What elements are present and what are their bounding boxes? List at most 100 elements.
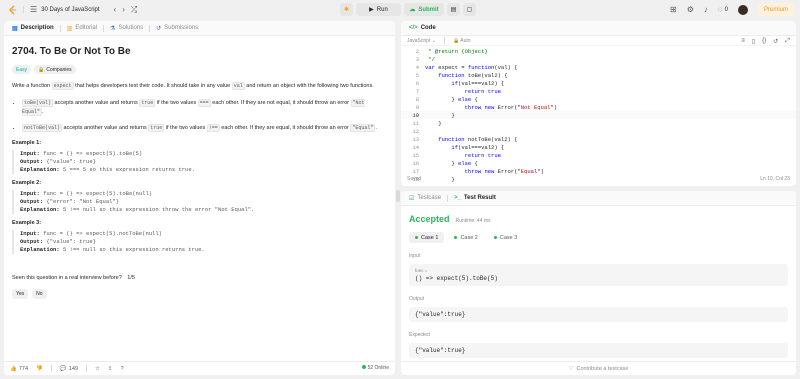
tab-case-1[interactable]: Case 1 <box>409 232 445 243</box>
code-text: } else { <box>425 95 478 103</box>
divider <box>23 6 24 13</box>
code-line[interactable]: 14 if(val===val2) { <box>401 143 796 151</box>
tab-case-3[interactable]: Case 3 <box>488 232 523 243</box>
function-list: toBe(val) accepts another value and retu… <box>22 99 387 133</box>
inline-code: true <box>148 124 165 132</box>
tab-test-result-label: Test Result <box>463 195 496 201</box>
tab-test-result[interactable]: >_ Test Result <box>450 191 500 206</box>
tab-code[interactable]: </> Code <box>405 21 440 36</box>
whiteboard-button[interactable]: ▢ <box>463 3 476 16</box>
debug-button[interactable]: ✱ <box>340 3 353 16</box>
code-line[interactable]: 18 } <box>401 175 796 183</box>
run-label: Run <box>376 6 388 13</box>
premium-button[interactable]: Premium <box>757 3 794 16</box>
divider <box>50 365 52 372</box>
tab-testcase[interactable]: ☑ Testcase <box>405 191 445 206</box>
tab-description[interactable]: ▤ Description <box>8 21 58 36</box>
result-panel: ☑ Testcase >_ Test Result Accepted Runti… <box>401 191 796 375</box>
page-title: 2704. To Be Or Not To Be <box>12 46 131 57</box>
companies-label: Companies <box>46 66 72 73</box>
avatar[interactable] <box>737 4 748 15</box>
code-line[interactable]: 7 return true <box>401 87 796 95</box>
bookmark-icon[interactable]: ▯ <box>752 38 755 45</box>
tab-submissions[interactable]: ↺ Submissions <box>152 21 202 36</box>
braces-icon[interactable]: {} <box>762 38 766 45</box>
editor-tools: ≡ ▯ {} ↺ ⤢ <box>741 38 790 45</box>
code-line[interactable]: 15 return true <box>401 151 796 159</box>
code-line[interactable]: 13 function notToBe(val2) { <box>401 135 796 143</box>
problem-intro: Write a function expect that helps devel… <box>12 82 387 91</box>
next-problem-icon[interactable]: › <box>122 5 125 14</box>
text: accepts another value and returns <box>62 125 149 131</box>
companies-tag[interactable]: 🔒 Companies <box>34 65 76 74</box>
code-line[interactable]: 4 var expect = function(val) { <box>401 63 796 71</box>
problem-list-button[interactable]: ☰ 30 Days of JavaScript <box>30 5 100 14</box>
lock-icon: 🔒 <box>38 66 45 73</box>
like-button[interactable]: 👍 774 <box>10 366 28 372</box>
panel-resize-handle[interactable] <box>396 190 400 202</box>
contribute-testcase-button[interactable]: ♡ Contribute a testcase <box>401 361 796 375</box>
leetcode-logo[interactable] <box>8 4 17 15</box>
run-button[interactable]: ▶ Run <box>356 3 401 16</box>
share-icon[interactable]: ⇪ <box>108 366 113 372</box>
layout-icon[interactable]: ⊞ <box>670 5 677 14</box>
help-icon[interactable]: ? <box>121 366 124 372</box>
comments-button[interactable]: 💬 149 <box>60 366 78 372</box>
yes-button[interactable]: Yes <box>12 289 29 299</box>
settings-icon[interactable]: ⚙ <box>687 5 694 14</box>
example-output: {"value": true} <box>46 238 96 245</box>
format-icon[interactable]: ≡ <box>741 38 745 45</box>
example-key: Output: <box>20 198 44 205</box>
code-icon: </> <box>409 25 418 31</box>
code-line[interactable]: 10 } <box>401 111 796 119</box>
text: and return an object with the following … <box>244 83 374 89</box>
fullscreen-icon[interactable]: ⤢ <box>785 38 790 45</box>
tab-case-2[interactable]: Case 2 <box>448 232 483 243</box>
language-select[interactable]: JavaScript ⌄ <box>407 38 436 44</box>
submit-button[interactable]: ☁ Submit <box>404 3 444 16</box>
code-text: var expect = function(val) { <box>425 63 518 71</box>
line-number: 3 <box>415 55 419 63</box>
reset-icon[interactable]: ↺ <box>773 38 778 45</box>
code-text: } <box>425 111 455 119</box>
dislike-button[interactable]: 👎 <box>36 366 43 372</box>
code-text: function toBe(val2) { <box>438 71 508 79</box>
shuffle-icon[interactable]: ⤮ <box>131 5 137 14</box>
code-line[interactable]: 5 function toBe(val2) { <box>401 71 796 79</box>
status-badge: Accepted <box>409 214 450 224</box>
code-line[interactable]: 9 throw new Error("Not Equal") <box>401 103 796 111</box>
notes-button[interactable]: ▤ <box>447 3 460 16</box>
inline-code: === <box>197 99 211 107</box>
code-line[interactable]: 6 if(val===val2) { <box>401 79 796 87</box>
code-line[interactable]: 16 } else { <box>401 159 796 167</box>
code-line[interactable]: 12 <box>401 127 796 135</box>
inline-code: "Equal" <box>350 124 376 132</box>
bell-icon[interactable]: ♪ <box>704 5 708 14</box>
code-line[interactable]: 17 throw new Error("Equal") <box>401 167 796 175</box>
code-line[interactable]: 2 * @return {Object} <box>401 47 796 55</box>
no-button[interactable]: No <box>32 289 47 299</box>
line-number: 14 <box>412 143 419 151</box>
code-line[interactable]: 8 } else { <box>401 95 796 103</box>
case-label: Case 3 <box>499 234 518 241</box>
output-value: {"value":true} <box>415 311 466 318</box>
example-title: Example 1: <box>12 140 42 146</box>
description-content: 2704. To Be Or Not To Be Easy 🔒 Companie… <box>4 36 395 305</box>
difficulty-badge[interactable]: Easy <box>12 65 32 74</box>
example-key: Explanation: <box>20 166 60 173</box>
history-icon: ↺ <box>156 25 162 32</box>
code-line[interactable]: 11 } <box>401 119 796 127</box>
tab-editorial[interactable]: ▥ Editorial <box>63 21 101 36</box>
line-number: 17 <box>412 167 419 175</box>
line-number: 6 <box>415 79 419 87</box>
favorite-icon[interactable]: ☆ <box>95 366 100 372</box>
code-text: */ <box>425 55 435 63</box>
prev-problem-icon[interactable]: ‹ <box>114 5 117 14</box>
tab-solutions[interactable]: ⚗ Solutions <box>106 21 147 36</box>
auto-toggle[interactable]: 🔒 Auto <box>453 38 471 44</box>
code-tabs: </> Code <box>401 21 796 36</box>
streak-counter[interactable]: ◌ 0 <box>718 5 728 14</box>
code-editor[interactable]: 2 * @return {Object} 3 */4 var expect = fu… <box>401 47 796 183</box>
book-icon: ▥ <box>66 25 73 32</box>
code-line[interactable]: 3 */ <box>401 55 796 63</box>
